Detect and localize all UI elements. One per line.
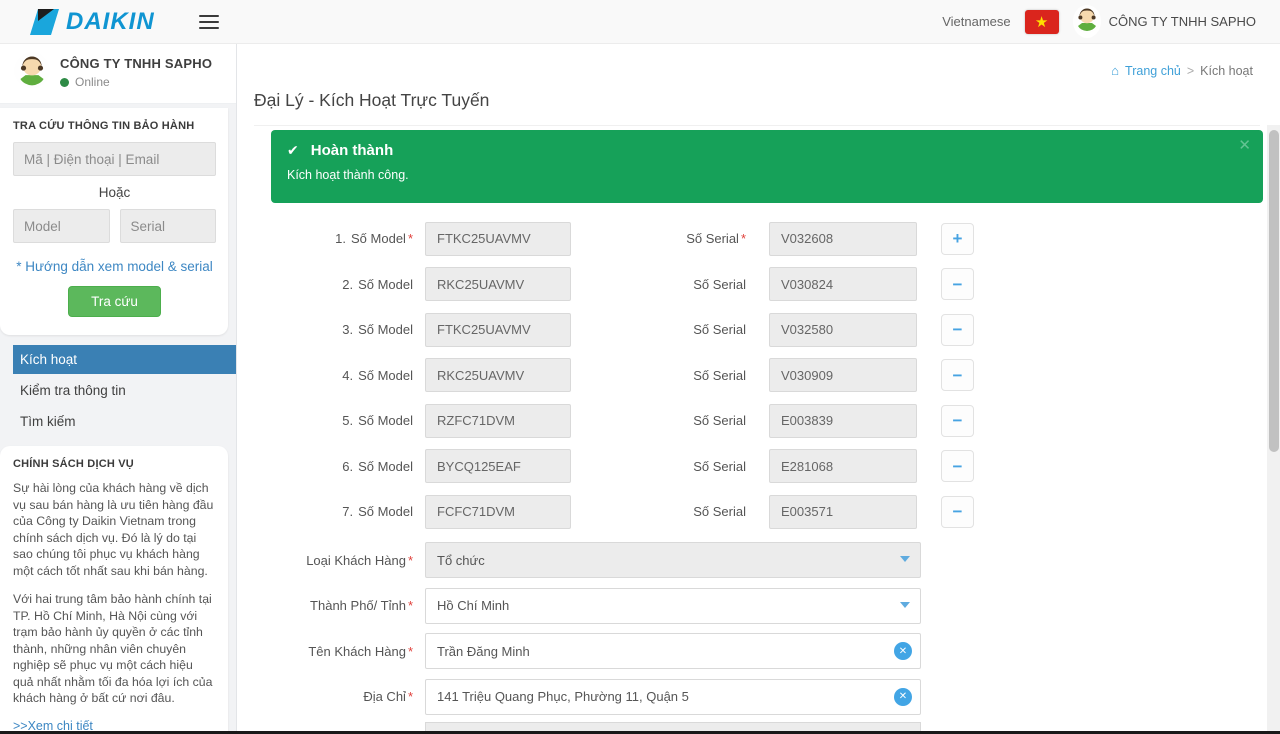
remove-row-button[interactable]: −: [941, 359, 974, 391]
remove-row-button[interactable]: −: [941, 496, 974, 528]
customer-name-input[interactable]: [425, 633, 921, 669]
serial-input-3[interactable]: [769, 313, 917, 347]
main-content: ⌂ Trang chủ > Kích hoạt Đại Lý - Kích Ho…: [238, 44, 1280, 734]
serial-input-1[interactable]: [769, 222, 917, 256]
policy-title: CHÍNH SÁCH DỊCH VỤ: [13, 458, 216, 470]
model-input-1[interactable]: [425, 222, 571, 256]
search-code-input[interactable]: [13, 142, 216, 176]
model-input-6[interactable]: [425, 449, 571, 483]
header-user-menu[interactable]: CÔNG TY TNHH SAPHO: [1073, 5, 1256, 38]
address-input[interactable]: [425, 679, 921, 715]
alert-title: Hoàn thành: [311, 142, 394, 159]
sidebar-profile: CÔNG TY TNHH SAPHO Online: [0, 44, 236, 104]
add-row-button[interactable]: +: [941, 223, 974, 255]
city-select[interactable]: [425, 588, 921, 624]
chevron-down-icon[interactable]: [900, 556, 910, 562]
remove-row-button[interactable]: −: [941, 405, 974, 437]
daikin-logo-text: DAIKIN: [66, 8, 155, 36]
service-policy-card: CHÍNH SÁCH DỊCH VỤ Sự hài lòng của khách…: [0, 446, 228, 734]
breadcrumb-separator: >: [1187, 64, 1194, 78]
model-input-3[interactable]: [425, 313, 571, 347]
remove-row-button[interactable]: −: [941, 450, 974, 482]
policy-paragraph-1: Sự hài lòng của khách hàng về dịch vụ sa…: [13, 480, 216, 579]
vietnam-flag-icon[interactable]: ★: [1025, 10, 1059, 34]
sidebar: CÔNG TY TNHH SAPHO Online TRA CỨU THÔNG …: [0, 44, 237, 734]
menu-toggle-icon[interactable]: [199, 15, 219, 29]
policy-paragraph-2: Với hai trung tâm bảo hành chính tại TP.…: [13, 591, 216, 707]
model-serial-row: 1.Số Model* Số Serial* +: [238, 216, 1280, 262]
serial-input-7[interactable]: [769, 495, 917, 529]
serial-input-2[interactable]: [769, 267, 917, 301]
serial-input-4[interactable]: [769, 358, 917, 392]
alert-close-icon[interactable]: ✕: [1238, 138, 1251, 153]
sidebar-item-tim-kiem[interactable]: Tìm kiếm: [13, 407, 236, 436]
success-alert: ✔ Hoàn thành Kích hoạt thành công. ✕: [271, 130, 1263, 203]
home-icon[interactable]: ⌂: [1111, 63, 1119, 78]
page-title: Đại Lý - Kích Hoạt Trực Tuyến: [254, 90, 1260, 126]
check-icon: ✔: [287, 142, 299, 159]
model-serial-row: 6.Số Model Số Serial −: [238, 444, 1280, 490]
breadcrumb: ⌂ Trang chủ > Kích hoạt: [1111, 63, 1253, 78]
activation-form: 1.Số Model* Số Serial* + 2.Số Model Số S…: [238, 216, 1280, 720]
breadcrumb-current: Kích hoạt: [1200, 64, 1253, 78]
model-serial-row: 2.Số Model Số Serial −: [238, 262, 1280, 308]
sidebar-menu: Kích hoạt Kiểm tra thông tin Tìm kiếm: [13, 345, 236, 436]
user-avatar: [1073, 5, 1101, 38]
remove-row-button[interactable]: −: [941, 268, 974, 300]
clear-field-icon[interactable]: ✕: [894, 688, 912, 706]
model-input-5[interactable]: [425, 404, 571, 438]
online-status-label: Online: [75, 75, 110, 89]
search-model-input[interactable]: [13, 209, 110, 243]
top-header: DAIKIN Vietnamese ★ CÔNG TY TNHH SAPHO: [0, 0, 1280, 44]
model-serial-guide-link[interactable]: * Hướng dẫn xem model & serial: [13, 259, 216, 274]
model-input-4[interactable]: [425, 358, 571, 392]
breadcrumb-home-link[interactable]: Trang chủ: [1125, 64, 1181, 78]
warranty-search-card: TRA CỨU THÔNG TIN BẢO HÀNH Hoặc * Hướng …: [0, 108, 228, 335]
serial-input-6[interactable]: [769, 449, 917, 483]
language-label[interactable]: Vietnamese: [942, 14, 1010, 29]
model-input-2[interactable]: [425, 267, 571, 301]
search-serial-input[interactable]: [120, 209, 217, 243]
model-serial-row: 5.Số Model Số Serial −: [238, 398, 1280, 444]
scrollbar-track[interactable]: [1267, 125, 1280, 734]
flag-star: ★: [1035, 13, 1048, 31]
online-status-icon: [60, 78, 69, 87]
search-card-title: TRA CỨU THÔNG TIN BẢO HÀNH: [13, 120, 216, 132]
sidebar-item-kich-hoat[interactable]: Kích hoạt: [13, 345, 236, 374]
customer-type-row: Loại Khách Hàng*: [238, 538, 1280, 584]
city-row: Thành Phố/ Tỉnh*: [238, 583, 1280, 629]
profile-name: CÔNG TY TNHH SAPHO: [60, 56, 212, 71]
model-serial-row: 7.Số Model Số Serial −: [238, 489, 1280, 535]
sidebar-item-kiem-tra-thong-tin[interactable]: Kiểm tra thông tin: [13, 376, 236, 405]
model-serial-row: 3.Số Model Số Serial −: [238, 307, 1280, 353]
address-row: Địa Chỉ* ✕: [238, 674, 1280, 720]
serial-input-5[interactable]: [769, 404, 917, 438]
search-submit-button[interactable]: Tra cứu: [68, 286, 161, 317]
profile-avatar: [14, 52, 50, 93]
header-user-name: CÔNG TY TNHH SAPHO: [1109, 14, 1256, 29]
chevron-down-icon[interactable]: [900, 602, 910, 608]
scrollbar-thumb[interactable]: [1269, 130, 1279, 452]
model-input-7[interactable]: [425, 495, 571, 529]
model-serial-row: 4.Số Model Số Serial −: [238, 353, 1280, 399]
remove-row-button[interactable]: −: [941, 314, 974, 346]
daikin-logo-icon: [30, 8, 60, 36]
daikin-logo[interactable]: DAIKIN: [30, 8, 155, 36]
alert-message: Kích hoạt thành công.: [287, 168, 1247, 182]
or-label: Hoặc: [13, 185, 216, 200]
customer-type-select[interactable]: [425, 542, 921, 578]
customer-name-row: Tên Khách Hàng* ✕: [238, 629, 1280, 675]
